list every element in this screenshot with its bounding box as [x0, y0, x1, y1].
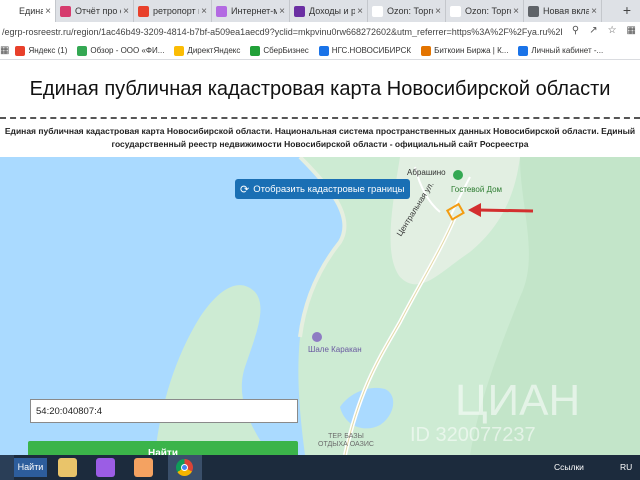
watermark-text: ЦИАН [455, 376, 580, 425]
cadastral-number-input[interactable] [30, 399, 298, 423]
bookmark-favicon-icon [518, 45, 529, 56]
browser-tab[interactable]: Отчёт про объект× [56, 0, 134, 22]
bookmark-item[interactable]: Яндекс (1) [15, 45, 68, 56]
bookmark-item[interactable]: Личный кабинет -... [518, 45, 604, 56]
tab-close-icon[interactable]: × [45, 6, 51, 17]
tab-favicon-icon [138, 5, 149, 17]
screen: Единая публ×Отчёт про объект×ретропорт п… [0, 0, 640, 480]
description-line-2: государственный реестр недвижимости Ново… [111, 139, 529, 149]
tab-title: ретропорт пам [153, 6, 199, 16]
windows-taskbar: Найти Ссылки RU [0, 455, 640, 480]
address-bar-icons: ⚲ ↗ ☆ ▦ [572, 25, 636, 36]
tab-favicon-icon [528, 5, 539, 17]
tab-title: Доходы и расходы [309, 6, 355, 16]
toggle-cadastral-borders-button[interactable]: ⟳ Отобразить кадастровые границы [235, 179, 411, 199]
language-indicator[interactable]: RU [620, 462, 632, 472]
toggle-cadastral-borders-label: Отобразить кадастровые границы [253, 183, 405, 195]
refresh-icon: ⟳ [240, 183, 250, 196]
cadastral-map[interactable]: ЦИАН ID 320077237 ⟳ Отобразить кадастров… [0, 157, 640, 455]
browser-tab[interactable]: Ozon: Торговля× [446, 0, 524, 22]
bookmark-star-icon[interactable]: ☆ [608, 25, 617, 36]
tab-title: Ozon: Торговля [465, 6, 511, 16]
label-village: Абрашино [407, 168, 446, 177]
bookmark-label: Обзор - ООО «ФИ... [90, 46, 165, 55]
tab-close-icon[interactable]: × [435, 6, 441, 17]
tab-favicon-icon [4, 5, 15, 17]
url-text[interactable]: /egrp-rosreestr.ru/region/1ac46b49-3209-… [2, 27, 562, 37]
tab-title: Единая публ [19, 6, 43, 16]
tab-favicon-icon [450, 5, 461, 17]
bookmark-label: Яндекс (1) [28, 46, 68, 55]
tab-close-icon[interactable]: × [123, 6, 129, 17]
app-icon-2[interactable] [134, 458, 153, 477]
tab-favicon-icon [294, 5, 305, 17]
description-line-1: Единая публичная кадастровая карта Новос… [4, 126, 636, 136]
find-button[interactable]: Найти [28, 441, 298, 455]
peninsula-west [155, 285, 270, 455]
tab-close-icon[interactable]: × [513, 6, 519, 17]
tab-favicon-icon [60, 5, 71, 17]
new-tab-button[interactable]: + [618, 2, 636, 20]
tab-close-icon[interactable]: × [591, 6, 597, 17]
app-icon[interactable] [96, 458, 115, 477]
chalet-marker [312, 332, 322, 342]
bookmark-item[interactable]: СберБизнес [250, 45, 309, 56]
guest-house-marker [453, 170, 463, 180]
links-toolbar-label[interactable]: Ссылки [554, 462, 584, 472]
tab-close-icon[interactable]: × [279, 6, 285, 17]
bookmark-label: НГС.НОВОСИБИРСК [331, 46, 412, 55]
bookmark-item[interactable]: Биткоин Биржа | К... [421, 45, 509, 56]
bookmark-favicon-icon [421, 45, 432, 56]
tab-title: Новая вкладка [543, 6, 589, 16]
bookmark-label: Биткоин Биржа | К... [434, 46, 509, 55]
taskbar-search-button[interactable]: Найти [14, 458, 47, 477]
apps-icon[interactable]: ▦ [0, 45, 9, 56]
address-bar[interactable]: /egrp-rosreestr.ru/region/1ac46b49-3209-… [0, 22, 640, 42]
label-recreation-base-line2: ОТДЫХА ОАЗИС [318, 441, 374, 448]
browser-tab[interactable]: ретропорт пам× [134, 0, 212, 22]
browser-tab-strip: Единая публ×Отчёт про объект×ретропорт п… [0, 0, 640, 22]
tab-favicon-icon [372, 5, 383, 17]
page-description: Единая публичная кадастровая карта Новос… [0, 125, 640, 151]
extensions-icon[interactable]: ▦ [627, 25, 636, 36]
browser-tab[interactable]: Новая вкладка× [524, 0, 602, 22]
file-explorer-icon[interactable] [58, 458, 77, 477]
bookmark-favicon-icon [250, 45, 261, 56]
bookmark-favicon-icon [77, 45, 88, 56]
tab-favicon-icon [216, 5, 227, 17]
page-title: Единая публичная кадастровая карта Новос… [29, 78, 611, 100]
browser-tab[interactable]: Единая публ× [0, 0, 56, 22]
label-recreation-base: ТЕР. БАЗЫ ОТДЫХА ОАЗИС [318, 433, 374, 449]
tab-close-icon[interactable]: × [357, 6, 363, 17]
bookmark-item[interactable]: НГС.НОВОСИБИРСК [318, 45, 412, 56]
bookmark-label: ДиректЯндекс [187, 46, 241, 55]
bookmark-label: Личный кабинет -... [531, 46, 604, 55]
browser-tab[interactable]: Доходы и расходы× [290, 0, 368, 22]
tab-title: Интернет-магазин [231, 6, 277, 16]
chrome-taskbar-button[interactable] [168, 455, 202, 480]
tab-title: Ozon: Торговля [387, 6, 433, 16]
browser-tab[interactable]: Интернет-магазин× [212, 0, 290, 22]
chrome-icon-center [181, 464, 188, 471]
tab-close-icon[interactable]: × [201, 6, 207, 17]
tab-title: Отчёт про объект [75, 6, 121, 16]
bookmark-item[interactable]: ДиректЯндекс [174, 45, 241, 56]
dashed-divider [0, 117, 640, 119]
label-recreation-base-line1: ТЕР. БАЗЫ [328, 433, 364, 440]
bookmark-label: СберБизнес [263, 46, 309, 55]
bookmark-favicon-icon [15, 45, 26, 56]
bookmarks-bar: ▦ Яндекс (1) Обзор - ООО «ФИ... ДиректЯнде… [0, 42, 640, 60]
label-chalet: Шале Каракан [308, 345, 362, 354]
location-icon[interactable]: ⚲ [572, 25, 579, 36]
bookmark-favicon-icon [174, 45, 185, 56]
taskbar-left-edge [0, 455, 14, 480]
browser-tab[interactable]: Ozon: Торговля× [368, 0, 446, 22]
bookmark-favicon-icon [318, 45, 329, 56]
watermark-id: ID 320077237 [410, 424, 536, 446]
label-guest-house: Гостевой Дом [451, 185, 503, 194]
share-icon[interactable]: ↗ [589, 25, 597, 36]
bookmark-item[interactable]: Обзор - ООО «ФИ... [77, 45, 165, 56]
